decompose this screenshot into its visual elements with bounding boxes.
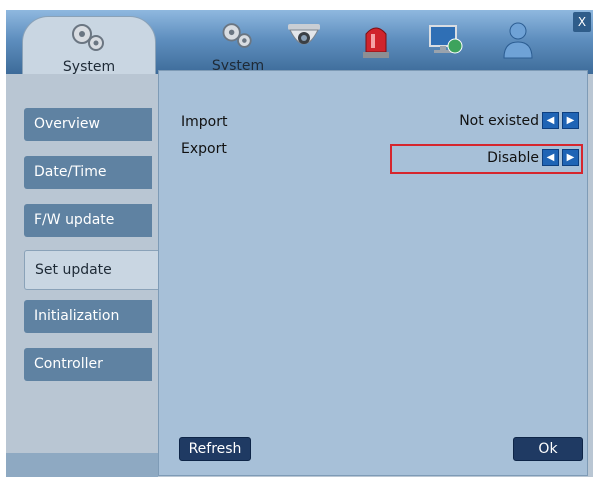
sidebar-item-fw-update[interactable]: F/W update [24, 204, 152, 237]
sidebar-item-set-update[interactable]: Set update [24, 250, 160, 290]
settings-window: System System X Overview Date/Time F/W u… [6, 10, 593, 477]
import-prev-arrow[interactable]: ◀ [542, 112, 559, 129]
sidebar-item-date-time[interactable]: Date/Time [24, 156, 152, 189]
tab-user[interactable] [498, 18, 538, 62]
tab-camera[interactable] [284, 18, 324, 62]
close-button[interactable]: X [573, 12, 591, 32]
export-next-arrow[interactable]: ▶ [562, 149, 579, 166]
sidebar: Overview Date/Time F/W update Set update… [6, 74, 160, 477]
export-prev-arrow[interactable]: ◀ [542, 149, 559, 166]
tab-system-active[interactable]: System [22, 16, 156, 75]
sidebar-item-overview[interactable]: Overview [24, 108, 152, 141]
top-tab-bar: System System X [6, 10, 593, 75]
sidebar-item-initialization[interactable]: Initialization [24, 300, 152, 333]
ok-button[interactable]: Ok [513, 437, 583, 461]
import-label: Import [181, 114, 228, 130]
set-update-panel: Import Not existed ◀ ▶ Export Disable ◀ … [158, 70, 588, 476]
sidebar-bottom-strip [6, 453, 158, 477]
gears-icon [222, 23, 252, 48]
alarm-siren-icon [363, 27, 389, 58]
refresh-button[interactable]: Refresh [179, 437, 251, 461]
export-selector: Disable ◀ ▶ [487, 149, 579, 166]
user-icon [503, 22, 533, 59]
import-next-arrow[interactable]: ▶ [562, 112, 579, 129]
tab-label: System [62, 59, 116, 75]
sidebar-item-controller[interactable]: Controller [24, 348, 152, 381]
network-monitor-icon [429, 25, 463, 54]
import-selector: Not existed ◀ ▶ [459, 112, 579, 129]
tab-system[interactable]: System [196, 16, 280, 74]
tab-network[interactable] [426, 18, 466, 62]
export-value: Disable [487, 149, 539, 166]
gears-icon [72, 24, 104, 51]
import-value: Not existed [459, 112, 539, 129]
export-label: Export [181, 141, 227, 157]
camera-dome-icon [288, 24, 320, 45]
tab-alarm[interactable] [356, 18, 396, 62]
